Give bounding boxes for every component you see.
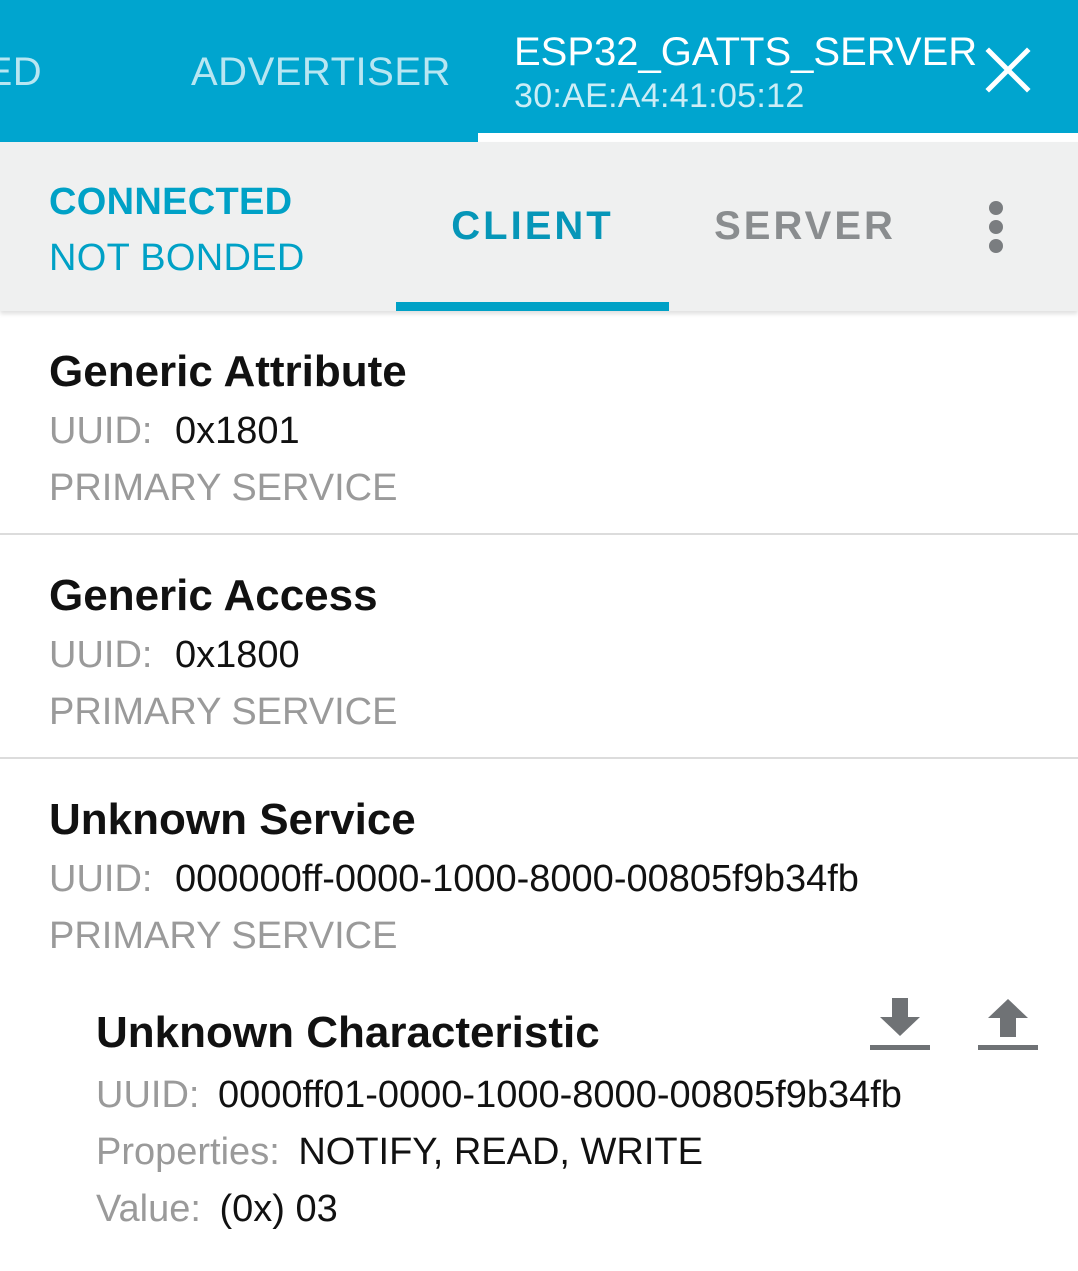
service-name: Generic Access: [49, 571, 378, 620]
app-root: BONDED ADVERTISER ESP32_GATTS_SERVER 30:…: [0, 0, 1078, 1271]
characteristic-name: Unknown Characteristic: [96, 1008, 600, 1057]
service-type: PRIMARY SERVICE: [49, 467, 398, 509]
device-name: ESP32_GATTS_SERVER: [514, 30, 978, 74]
tab-bonded-label: BONDED: [0, 50, 43, 94]
characteristic-properties-row: Properties: NOTIFY, READ, WRITE: [96, 1131, 703, 1174]
characteristic-uuid: 0000ff01-0000-1000-8000-00805f9b34fb: [218, 1074, 902, 1116]
service-name: Generic Attribute: [49, 347, 407, 396]
service-uuid: 0x1801: [175, 410, 300, 452]
service-uuid: 000000ff-0000-1000-8000-00805f9b34fb: [175, 858, 859, 900]
characteristic-value-row: Value: (0x) 03: [96, 1188, 338, 1231]
write-button[interactable]: [977, 996, 1039, 1052]
download-icon: [870, 998, 930, 1050]
close-connection-button[interactable]: [978, 40, 1038, 100]
service-item[interactable]: Generic Attribute UUID: 0x1801 PRIMARY S…: [0, 311, 1078, 534]
service-item[interactable]: Unknown Service UUID: 000000ff-0000-1000…: [0, 759, 1078, 989]
characteristic-uuid-row: UUID: 0000ff01-0000-1000-8000-00805f9b34…: [96, 1074, 902, 1117]
more-vertical-icon: [989, 201, 1003, 253]
tab-connected-device[interactable]: ESP32_GATTS_SERVER 30:AE:A4:41:05:12: [478, 0, 1078, 142]
device-address: 30:AE:A4:41:05:12: [514, 77, 805, 115]
tab-advertiser[interactable]: ADVERTISER: [191, 50, 451, 95]
active-tab-indicator: [478, 133, 1078, 142]
service-uuid: 0x1800: [175, 634, 300, 676]
close-icon: [985, 47, 1031, 93]
upload-icon: [978, 999, 1038, 1050]
service-type: PRIMARY SERVICE: [49, 915, 398, 957]
tab-client[interactable]: CLIENT: [396, 142, 669, 311]
tab-bonded[interactable]: BONDED: [0, 50, 170, 95]
service-uuid-row: UUID: 0x1800: [49, 634, 300, 677]
read-button[interactable]: [869, 996, 931, 1052]
uuid-label: UUID:: [49, 410, 153, 452]
overflow-menu-button[interactable]: [970, 197, 1022, 257]
uuid-label: UUID:: [96, 1074, 200, 1116]
tab-server[interactable]: SERVER: [690, 142, 920, 311]
properties-label: Properties:: [96, 1131, 280, 1173]
uuid-label: UUID:: [49, 634, 153, 676]
characteristic-item[interactable]: Unknown Characteristic UUID: 0000ff01-00…: [0, 990, 1078, 1271]
client-tab-indicator: [396, 302, 669, 311]
service-uuid-row: UUID: 000000ff-0000-1000-8000-00805f9b34…: [49, 858, 859, 901]
bond-status: NOT BONDED: [49, 237, 305, 279]
value-label: Value:: [96, 1188, 201, 1230]
characteristic-value: (0x) 03: [219, 1188, 338, 1230]
connection-subbar: CONNECTED NOT BONDED CLIENT SERVER: [0, 142, 1078, 311]
characteristic-properties: NOTIFY, READ, WRITE: [298, 1131, 703, 1173]
uuid-label: UUID:: [49, 858, 153, 900]
connection-status: CONNECTED: [49, 181, 293, 223]
device-tab-bar: BONDED ADVERTISER ESP32_GATTS_SERVER 30:…: [0, 0, 1078, 142]
service-uuid-row: UUID: 0x1801: [49, 410, 300, 453]
service-item[interactable]: Generic Access UUID: 0x1800 PRIMARY SERV…: [0, 535, 1078, 757]
service-name: Unknown Service: [49, 795, 416, 844]
service-type: PRIMARY SERVICE: [49, 691, 398, 733]
